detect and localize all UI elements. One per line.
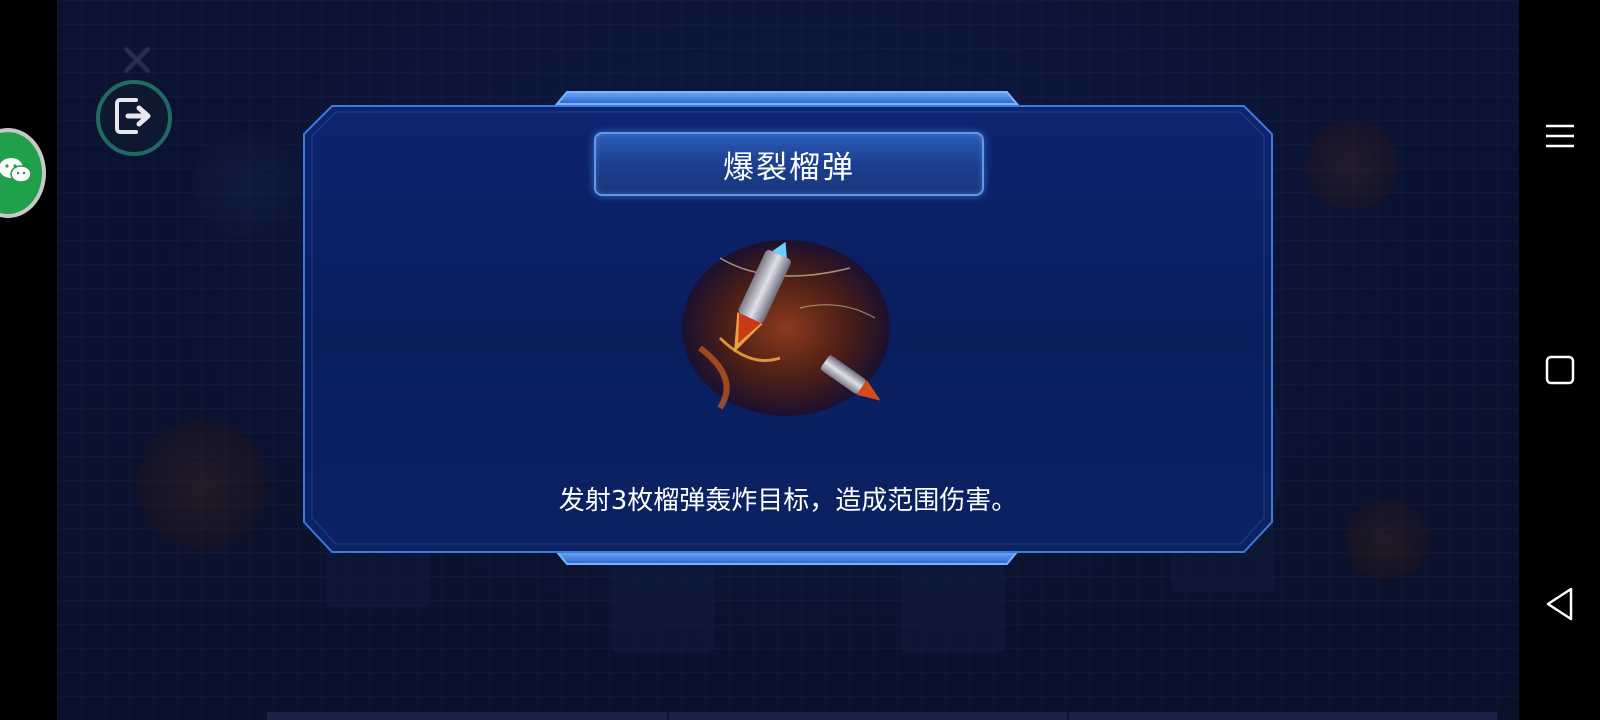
dialog-title: 爆裂榴弹 <box>723 149 855 186</box>
menu-icon[interactable] <box>1544 120 1576 152</box>
bottom-tab-strip <box>267 712 1497 720</box>
square-home-icon[interactable] <box>1544 354 1576 386</box>
bg-ghost-icon <box>187 130 307 240</box>
dialog-title-box: 爆裂榴弹 <box>594 132 984 196</box>
skill-description: 发射3枚榴弹轰炸目标，造成范围伤害。 <box>558 486 1018 516</box>
bg-ghost-icon <box>1297 120 1407 210</box>
back-triangle-icon[interactable] <box>1544 586 1576 621</box>
bg-ghost-icon <box>127 420 277 550</box>
exit-icon <box>112 94 156 142</box>
bg-ghost-icon <box>1337 500 1437 580</box>
wechat-float-button[interactable] <box>0 128 46 218</box>
exit-button[interactable] <box>96 80 172 156</box>
skill-info-dialog: 爆裂榴弹 发射3枚榴弹轰炸目标，造成范围伤害。 <box>302 88 1274 568</box>
android-nav-bar <box>1519 0 1600 720</box>
bg-slot <box>612 560 714 652</box>
bg-close-icon <box>117 40 157 80</box>
bg-slot <box>902 560 1004 652</box>
wechat-icon <box>0 156 32 190</box>
grenade-missile-icon <box>680 238 892 418</box>
